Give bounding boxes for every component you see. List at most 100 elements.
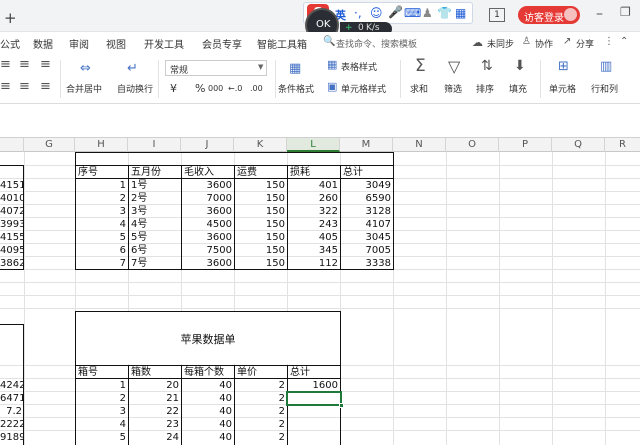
align-center-icon[interactable]: ≡ bbox=[19, 58, 30, 71]
toolbox-icon[interactable]: ▦ bbox=[455, 6, 466, 20]
keyboard-icon[interactable]: ⌨ bbox=[404, 6, 421, 20]
column-header-l[interactable]: L bbox=[287, 138, 340, 152]
sum-icon[interactable]: Σ bbox=[415, 58, 426, 75]
table-cell[interactable]: 401 bbox=[288, 179, 340, 192]
table-cell[interactable]: 5 bbox=[76, 231, 128, 244]
wrap-text-icon[interactable]: ↵ bbox=[127, 62, 138, 75]
menu-data[interactable]: 数据 bbox=[33, 36, 53, 51]
currency-button[interactable]: ¥ bbox=[170, 82, 177, 95]
menu-developer[interactable]: 开发工具 bbox=[144, 36, 184, 51]
new-tab-button[interactable]: + bbox=[4, 9, 17, 27]
column-header-g[interactable]: G bbox=[24, 138, 75, 152]
table-cell[interactable]: 3号 bbox=[129, 205, 181, 218]
table-cell[interactable]: 150 bbox=[235, 179, 287, 192]
table-cell[interactable]: 7500 bbox=[182, 244, 234, 257]
table-cell[interactable]: 2 bbox=[76, 392, 128, 405]
person-icon[interactable]: ♟ bbox=[422, 6, 433, 20]
column-header-r[interactable]: R bbox=[605, 138, 640, 152]
column-header-o[interactable]: O bbox=[446, 138, 499, 152]
table-cell[interactable]: 3 bbox=[76, 205, 128, 218]
row-col-button[interactable]: 行和列 bbox=[591, 82, 618, 95]
wrap-text-button[interactable]: 自动换行 bbox=[117, 82, 153, 95]
left-clip-cell[interactable]: 4095 bbox=[0, 244, 24, 257]
search-icon[interactable]: 🔍 bbox=[323, 36, 335, 47]
table-cell[interactable]: 3049 bbox=[341, 179, 393, 192]
table-cell[interactable]: 4107 bbox=[341, 218, 393, 231]
left-clip-cell[interactable]: 2222 bbox=[0, 418, 24, 431]
command-search[interactable]: 查找命令、搜索模板 bbox=[336, 37, 417, 50]
column-header-n[interactable]: N bbox=[393, 138, 446, 152]
table-cell[interactable]: 22 bbox=[129, 405, 181, 418]
left-clip-cell[interactable]: 4010 bbox=[0, 192, 24, 205]
table-cell[interactable]: 6号 bbox=[129, 244, 181, 257]
cells-button[interactable]: 单元格 bbox=[549, 82, 576, 95]
fill-handle[interactable] bbox=[339, 403, 344, 408]
left-clip-cell[interactable]: 4155 bbox=[0, 231, 24, 244]
table-cell[interactable]: 150 bbox=[235, 218, 287, 231]
percent-button[interactable]: % bbox=[195, 82, 205, 95]
sum-button[interactable]: 求和 bbox=[410, 82, 428, 95]
decrease-decimal-button[interactable]: .00 bbox=[250, 84, 263, 93]
fill-button[interactable]: 填充 bbox=[509, 82, 527, 95]
table-cell[interactable]: 2 bbox=[235, 418, 287, 431]
more-icon[interactable]: ⋮ bbox=[604, 36, 614, 47]
merge-center-button[interactable]: 合并居中 bbox=[66, 82, 102, 95]
table-cell[interactable]: 5号 bbox=[129, 231, 181, 244]
column-header-j[interactable]: J bbox=[181, 138, 234, 152]
left-clip-cell[interactable]: 3993 bbox=[0, 218, 24, 231]
table-cell[interactable]: 3600 bbox=[182, 205, 234, 218]
table-cell[interactable]: 3600 bbox=[182, 231, 234, 244]
login-button[interactable]: 访客登录 bbox=[518, 6, 580, 24]
table-cell[interactable]: 20 bbox=[129, 379, 181, 392]
table-cell[interactable]: 3600 bbox=[182, 179, 234, 192]
minimize-icon[interactable]: – bbox=[596, 6, 603, 22]
left-clip-cell[interactable]: 6471 bbox=[0, 392, 24, 405]
column-header-q[interactable]: Q bbox=[552, 138, 605, 152]
table-cell[interactable]: 3128 bbox=[341, 205, 393, 218]
table-cell[interactable]: 40 bbox=[182, 418, 234, 431]
table-cell[interactable]: 2 bbox=[235, 379, 287, 392]
table-cell[interactable]: 40 bbox=[182, 405, 234, 418]
table-cell[interactable]: 2 bbox=[235, 405, 287, 418]
table-cell[interactable]: 2 bbox=[76, 192, 128, 205]
cell-style-button[interactable]: 单元格样式 bbox=[341, 82, 386, 95]
table-cell[interactable]: 7000 bbox=[182, 192, 234, 205]
table-cell[interactable]: 21 bbox=[129, 392, 181, 405]
table-cell[interactable]: 2 bbox=[235, 392, 287, 405]
increase-decimal-button[interactable]: ←.0 bbox=[228, 84, 242, 93]
table-cell[interactable]: 5 bbox=[76, 431, 128, 444]
skin-icon[interactable]: 👕 bbox=[437, 6, 452, 20]
table-cell[interactable]: 6 bbox=[76, 244, 128, 257]
menu-view[interactable]: 视图 bbox=[106, 36, 126, 51]
column-header-p[interactable]: P bbox=[499, 138, 552, 152]
distributed-icon[interactable]: ≡ bbox=[40, 80, 51, 93]
thousands-button[interactable]: 000 bbox=[208, 84, 223, 93]
indent-left-icon[interactable]: ≡ bbox=[0, 80, 11, 93]
table-cell[interactable]: 24 bbox=[129, 431, 181, 444]
menu-formula[interactable]: 公式 bbox=[0, 36, 20, 51]
left-clip-cell[interactable]: 9189 bbox=[0, 431, 24, 444]
table-cell[interactable]: 23 bbox=[129, 418, 181, 431]
column-header-h[interactable]: H bbox=[75, 138, 128, 152]
table-cell[interactable]: 40 bbox=[182, 431, 234, 444]
filter-icon[interactable]: ▽ bbox=[448, 59, 460, 75]
emoji-icon[interactable]: ☺ bbox=[370, 6, 383, 20]
cond-format-button[interactable]: 条件格式 bbox=[278, 82, 314, 95]
table-cell[interactable]: 1 bbox=[76, 179, 128, 192]
table-cell[interactable]: 7005 bbox=[341, 244, 393, 257]
menu-member[interactable]: 会员专享 bbox=[202, 36, 242, 51]
cond-format-icon[interactable]: ▦ bbox=[289, 62, 301, 75]
table-cell[interactable] bbox=[288, 418, 340, 431]
table-cell[interactable]: 4500 bbox=[182, 218, 234, 231]
filter-button[interactable]: 筛选 bbox=[444, 82, 462, 95]
table-cell[interactable]: 1 bbox=[76, 379, 128, 392]
fill-icon[interactable]: ⬇ bbox=[514, 59, 526, 73]
table-cell[interactable] bbox=[288, 405, 340, 418]
table-cell[interactable]: 2号 bbox=[129, 192, 181, 205]
table-title-merged[interactable]: 苹果数据单 bbox=[76, 312, 340, 364]
row-col-icon[interactable]: ▥ bbox=[600, 60, 612, 73]
collab-button[interactable]: 协作 bbox=[535, 37, 553, 50]
align-left-icon[interactable]: ≡ bbox=[0, 58, 11, 71]
formula-bar[interactable] bbox=[0, 104, 640, 138]
restore-icon[interactable]: ❐ bbox=[620, 5, 631, 19]
